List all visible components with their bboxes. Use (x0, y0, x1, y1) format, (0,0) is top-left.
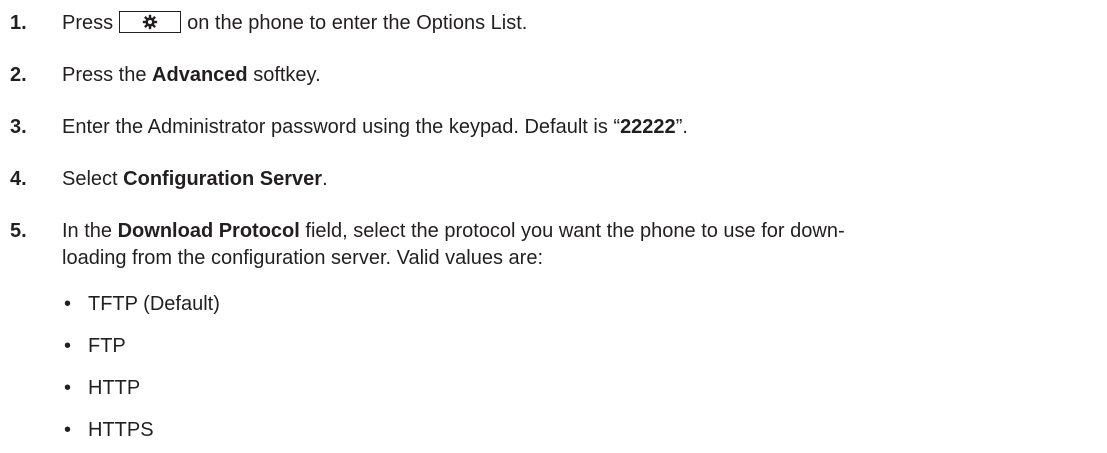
step-text-post: field, select the protocol you want the … (299, 220, 845, 242)
step-text: Press the Advanced softkey. (62, 62, 321, 88)
bullet: • (64, 377, 72, 399)
bullet: • (64, 419, 72, 441)
bullet: • (64, 293, 72, 315)
step-text-post: . (322, 168, 328, 190)
step-number: 1. (10, 12, 27, 34)
valid-value: HTTP (88, 377, 141, 399)
step-text-post: ”. (675, 116, 688, 138)
step-text-pre: Press the (62, 64, 153, 86)
step-text-pre: Enter the Administrator password using t… (62, 116, 621, 138)
step-text-pre: Select (62, 168, 124, 190)
options-key (119, 11, 182, 33)
step-text-pre: Press (62, 12, 114, 34)
step-number: 2. (10, 64, 27, 86)
step-number: 4. (10, 168, 27, 190)
step-text-line-1: In the Download Protocol field, select t… (62, 218, 845, 244)
step-number: 5. (10, 220, 27, 242)
default-password: 22222 (620, 116, 676, 138)
step-number: 3. (10, 116, 27, 138)
step-text-post: on the phone to enter the Options List. (187, 12, 528, 34)
valid-value: HTTPS (88, 419, 154, 441)
step-text-pre: In the (62, 220, 118, 242)
step-text: Enter the Administrator password using t… (62, 114, 688, 140)
configuration-server-label: Configuration Server (123, 168, 323, 190)
download-protocol-label: Download Protocol (117, 220, 300, 242)
advanced-softkey-label: Advanced (152, 64, 248, 86)
valid-value: TFTP (Default) (88, 293, 220, 315)
step-text: Select Configuration Server. (62, 166, 328, 192)
valid-value: FTP (88, 335, 126, 357)
step-text: Press on the phone to enter the Options … (62, 10, 527, 36)
bullet: • (64, 335, 72, 357)
gear-icon (142, 14, 158, 30)
instruction-document: 1. Press on the phone to enter the Optio… (0, 0, 1107, 453)
step-text-line-2: loading from the configuration server. V… (62, 247, 544, 269)
step-text-post: softkey. (247, 64, 321, 86)
